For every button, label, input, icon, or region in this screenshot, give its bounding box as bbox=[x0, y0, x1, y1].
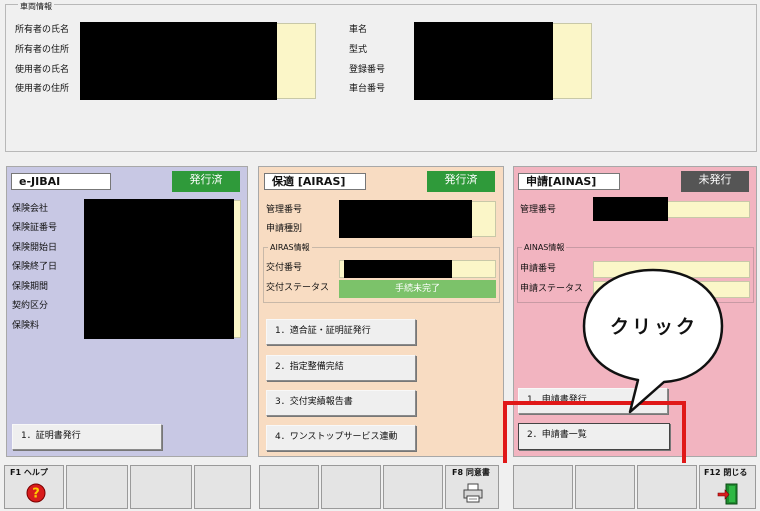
compliance-certificate-button[interactable]: 1．適合証・証明証発行 bbox=[266, 319, 416, 345]
f11-key[interactable] bbox=[637, 465, 697, 509]
f7-key[interactable] bbox=[383, 465, 443, 509]
f5-key[interactable] bbox=[259, 465, 319, 509]
chassis-number-label: 車台番号 bbox=[349, 84, 386, 94]
f8-consent-key[interactable]: F8 同意書 bbox=[445, 465, 499, 509]
insurance-period-label: 保険期間 bbox=[12, 282, 49, 292]
car-name-label: 車名 bbox=[349, 25, 368, 35]
f8-consent-label: F8 同意書 bbox=[452, 468, 490, 477]
help-icon: ? bbox=[26, 483, 46, 503]
user-address-label: 使用者の住所 bbox=[15, 84, 70, 94]
f12-close-label: F12 閉じる bbox=[704, 468, 748, 477]
delivery-number-label: 交付番号 bbox=[266, 263, 303, 273]
redacted-airas-info bbox=[339, 200, 472, 238]
click-callout-text: クリック bbox=[609, 316, 698, 338]
insurance-certificate-number-label: 保険証番号 bbox=[12, 223, 58, 233]
printer-icon bbox=[463, 483, 483, 503]
f3-key[interactable] bbox=[130, 465, 192, 509]
f1-help-label: F1 ヘルプ bbox=[10, 468, 48, 477]
ainas-status-badge: 未発行 bbox=[681, 171, 749, 192]
delivery-status-label: 交付ステータス bbox=[266, 283, 330, 293]
click-callout-bubble bbox=[582, 268, 724, 414]
contract-type-label: 契約区分 bbox=[12, 301, 49, 311]
ejibai-status-badge: 発行済 bbox=[172, 171, 240, 192]
svg-text:?: ? bbox=[32, 487, 40, 502]
airas-info-legend: AIRAS情報 bbox=[268, 243, 312, 252]
application-number-label: 申請番号 bbox=[520, 264, 557, 274]
f9-key[interactable] bbox=[513, 465, 573, 509]
redacted-owner-info bbox=[80, 22, 277, 100]
redacted-ejibai-info bbox=[84, 199, 234, 339]
ainas-management-number-label: 管理番号 bbox=[520, 205, 557, 215]
insurance-end-date-label: 保険終了日 bbox=[12, 262, 58, 272]
redacted-ainas-management-number bbox=[593, 197, 668, 221]
application-type-label: 申請種別 bbox=[266, 224, 303, 234]
issue-certificate-button[interactable]: 1．証明書発行 bbox=[12, 424, 162, 450]
f1-help-key[interactable]: F1 ヘルプ ? bbox=[4, 465, 64, 509]
application-list-button[interactable]: 2．申請書一覧 bbox=[518, 423, 670, 450]
insurance-company-label: 保険会社 bbox=[12, 204, 49, 214]
f6-key[interactable] bbox=[321, 465, 381, 509]
delivery-report-button[interactable]: 3．交付実績報告書 bbox=[266, 390, 416, 416]
ainas-title: 申請[AINAS] bbox=[518, 173, 620, 190]
f4-key[interactable] bbox=[194, 465, 251, 509]
f2-key[interactable] bbox=[66, 465, 128, 509]
airas-management-number-label: 管理番号 bbox=[266, 205, 303, 215]
airas-title: 保適 [AIRAS] bbox=[264, 173, 366, 190]
redacted-delivery-number bbox=[344, 260, 452, 278]
owner-name-label: 所有者の氏名 bbox=[15, 25, 70, 35]
f12-close-key[interactable]: F12 閉じる bbox=[699, 465, 756, 509]
f10-key[interactable] bbox=[575, 465, 635, 509]
delivery-status-value: 手続未完了 bbox=[339, 280, 496, 298]
registration-number-label: 登録番号 bbox=[349, 65, 386, 75]
ainas-info-legend: AINAS情報 bbox=[522, 243, 567, 252]
exit-door-icon bbox=[717, 483, 738, 505]
premium-label: 保険料 bbox=[12, 321, 40, 331]
user-name-label: 使用者の氏名 bbox=[15, 65, 70, 75]
owner-address-label: 所有者の住所 bbox=[15, 45, 70, 55]
airas-status-badge: 発行済 bbox=[427, 171, 495, 192]
designated-maintenance-button[interactable]: 2．指定整備完結 bbox=[266, 355, 416, 381]
vehicle-info-legend: 車両情報 bbox=[18, 2, 54, 11]
redacted-vehicle-info bbox=[414, 22, 553, 100]
one-stop-service-button[interactable]: 4．ワンストップサービス連動 bbox=[266, 425, 416, 451]
insurance-start-date-label: 保険開始日 bbox=[12, 243, 58, 253]
ejibai-title: e-JIBAI bbox=[11, 173, 111, 190]
model-label: 型式 bbox=[349, 45, 368, 55]
